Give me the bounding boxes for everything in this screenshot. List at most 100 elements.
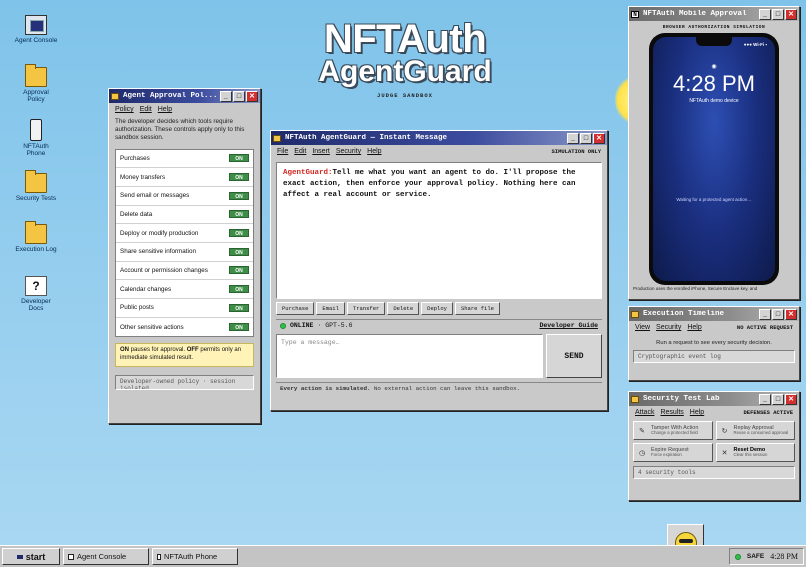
policy-toggle[interactable]: ON xyxy=(229,266,249,275)
im-window-titlebar[interactable]: NFTAuth AgentGuard — Instant Message _ □… xyxy=(271,131,607,145)
quick-email-button[interactable]: Email xyxy=(316,302,345,315)
close-button[interactable]: ✕ xyxy=(785,8,797,20)
simulation-mode-label: SIMULATION ONLY xyxy=(551,148,601,155)
close-button[interactable]: ✕ xyxy=(593,132,605,144)
timeline-statusbar: Cryptographic event log xyxy=(633,350,795,363)
tray-status: SAFE xyxy=(746,553,765,560)
quick-purchase-button[interactable]: Purchase xyxy=(276,302,315,315)
quick-delete-button[interactable]: Delete xyxy=(387,302,420,315)
developer-guide-link[interactable]: Developer Guide xyxy=(539,322,598,329)
execution-timeline-window: Execution Timeline _ □ ✕ View Security H… xyxy=(628,306,800,381)
minimize-button[interactable]: _ xyxy=(759,8,771,20)
footer-bold: Every action is simulated. xyxy=(280,385,371,392)
menu-edit[interactable]: Edit xyxy=(294,148,306,155)
approval-window-titlebar[interactable]: Agent Approval Pol... _ □ ✕ xyxy=(109,89,260,103)
policy-label: Money transfers xyxy=(120,173,166,181)
taskbar-item-agent-console[interactable]: Agent Console xyxy=(63,548,149,565)
desktop-icon-execution-log[interactable]: Execution Log xyxy=(14,221,58,253)
policy-row-account-changes: Account or permission changes ON xyxy=(116,262,253,281)
folder-icon xyxy=(25,221,47,244)
phone-icon xyxy=(30,119,42,141)
clock-icon: ◷ xyxy=(638,449,646,457)
policy-toggle[interactable]: ON xyxy=(229,229,249,238)
start-label: start xyxy=(25,551,46,562)
menu-help[interactable]: Help xyxy=(687,324,701,331)
maximize-button[interactable]: □ xyxy=(772,8,784,20)
quick-deploy-button[interactable]: Deploy xyxy=(421,302,453,315)
policy-toggle[interactable]: ON xyxy=(229,247,249,256)
menu-security[interactable]: Security xyxy=(336,148,361,155)
hero-title-line1: NFTAuth xyxy=(323,17,487,61)
mobile-window-titlebar[interactable]: N NFTAuth Mobile Approval _ □ ✕ xyxy=(629,7,799,21)
quick-action-bar: Purchase Email Transfer Delete Deploy Sh… xyxy=(276,302,602,315)
desktop-icon-developer-docs[interactable]: ? Developer Docs xyxy=(14,276,58,313)
console-icon xyxy=(68,553,74,560)
close-button[interactable]: ✕ xyxy=(246,90,258,102)
lab-window-titlebar[interactable]: Security Test Lab _ □ ✕ xyxy=(629,392,799,406)
im-footer: Every action is simulated. No external a… xyxy=(276,382,602,394)
policy-toggle[interactable]: ON xyxy=(229,303,249,312)
menu-view[interactable]: View xyxy=(635,324,650,331)
menu-help[interactable]: Help xyxy=(690,409,704,416)
menu-security[interactable]: Security xyxy=(656,324,681,331)
quick-transfer-button[interactable]: Transfer xyxy=(346,302,386,315)
maximize-button[interactable]: □ xyxy=(580,132,592,144)
desktop-icon-security-tests[interactable]: Security Tests xyxy=(14,170,58,202)
close-button[interactable]: ✕ xyxy=(785,393,797,405)
policy-toggle[interactable]: ON xyxy=(229,173,249,182)
policy-toggle[interactable]: ON xyxy=(229,154,249,163)
policy-row-delete-data: Delete data ON xyxy=(116,206,253,225)
policy-toggle[interactable]: ON xyxy=(229,210,249,219)
desktop-icon-nftauth-phone[interactable]: NFTAuth Phone xyxy=(14,119,58,158)
reset-x-icon: ✕ xyxy=(721,449,728,457)
start-button[interactable]: start xyxy=(2,548,60,565)
mobile-approval-window: N NFTAuth Mobile Approval _ □ ✕ BROWSER … xyxy=(628,6,800,300)
menu-help[interactable]: Help xyxy=(158,106,172,113)
taskbar-item-nftauth-phone[interactable]: NFTAuth Phone xyxy=(152,548,238,565)
desktop-icon-agent-console[interactable]: Agent Console xyxy=(14,15,58,44)
minimize-button[interactable]: _ xyxy=(567,132,579,144)
desktop-icon-approval-policy[interactable]: Approval Policy xyxy=(14,64,58,104)
taskbar-item-label: Agent Console xyxy=(77,552,127,561)
menu-edit[interactable]: Edit xyxy=(140,106,152,113)
minimize-button[interactable]: _ xyxy=(759,308,771,320)
maximize-button[interactable]: □ xyxy=(772,308,784,320)
security-test-grid: ✎ Tamper With Action Change a protected f… xyxy=(633,421,795,462)
policy-toggle[interactable]: ON xyxy=(229,323,249,332)
phone-notch xyxy=(696,37,732,46)
policy-label: Delete data xyxy=(120,210,153,218)
phone-waiting-text: Waiting for a protected agent action… xyxy=(676,197,752,202)
policy-toggle[interactable]: ON xyxy=(229,191,249,200)
maximize-button[interactable]: □ xyxy=(233,90,245,102)
menu-policy[interactable]: Policy xyxy=(115,106,134,113)
quick-share-file-button[interactable]: Share file xyxy=(454,302,500,315)
minimize-button[interactable]: _ xyxy=(759,393,771,405)
lab-menubar: Attack Results Help DEFENSES ACTIVE xyxy=(629,406,799,419)
policy-toggle[interactable]: ON xyxy=(229,285,249,294)
menu-attack[interactable]: Attack xyxy=(635,409,654,416)
system-tray: SAFE 4:28 PM xyxy=(728,548,804,565)
timeline-window-titlebar[interactable]: Execution Timeline _ □ ✕ xyxy=(629,307,799,321)
tamper-action-button[interactable]: ✎ Tamper With Action Change a protected f… xyxy=(633,421,713,440)
folder-icon xyxy=(631,310,639,318)
maximize-button[interactable]: □ xyxy=(772,393,784,405)
menu-insert[interactable]: Insert xyxy=(312,148,330,155)
minimize-button[interactable]: _ xyxy=(220,90,232,102)
send-button[interactable]: SEND xyxy=(546,334,602,378)
close-button[interactable]: ✕ xyxy=(785,308,797,320)
window-title: NFTAuth Mobile Approval xyxy=(643,10,747,18)
reset-demo-button[interactable]: ✕ Reset Demo Clear this session xyxy=(715,443,795,462)
menu-file[interactable]: File xyxy=(277,148,288,155)
compose-area: Type a message… SEND xyxy=(276,334,602,378)
message-input[interactable]: Type a message… xyxy=(276,334,543,378)
expire-request-button[interactable]: ◷ Expire Request Force expiration xyxy=(633,443,713,462)
menu-help[interactable]: Help xyxy=(367,148,381,155)
nftauth-logo-icon: N xyxy=(631,10,639,18)
pencil-icon: ✎ xyxy=(639,427,645,435)
window-title: NFTAuth AgentGuard — Instant Message xyxy=(285,134,448,142)
status-model: · GPT-5.6 xyxy=(317,322,353,329)
approval-policy-window: Agent Approval Pol... _ □ ✕ Policy Edit … xyxy=(108,88,261,424)
phone-frame: ●●● Wi-Fi ▪ ◉ 4:28 PM NFTAuth demo devic… xyxy=(649,33,779,285)
replay-approval-button[interactable]: ↻ Replay Approval Reuse a consumed approv… xyxy=(715,421,795,440)
menu-results[interactable]: Results xyxy=(660,409,683,416)
